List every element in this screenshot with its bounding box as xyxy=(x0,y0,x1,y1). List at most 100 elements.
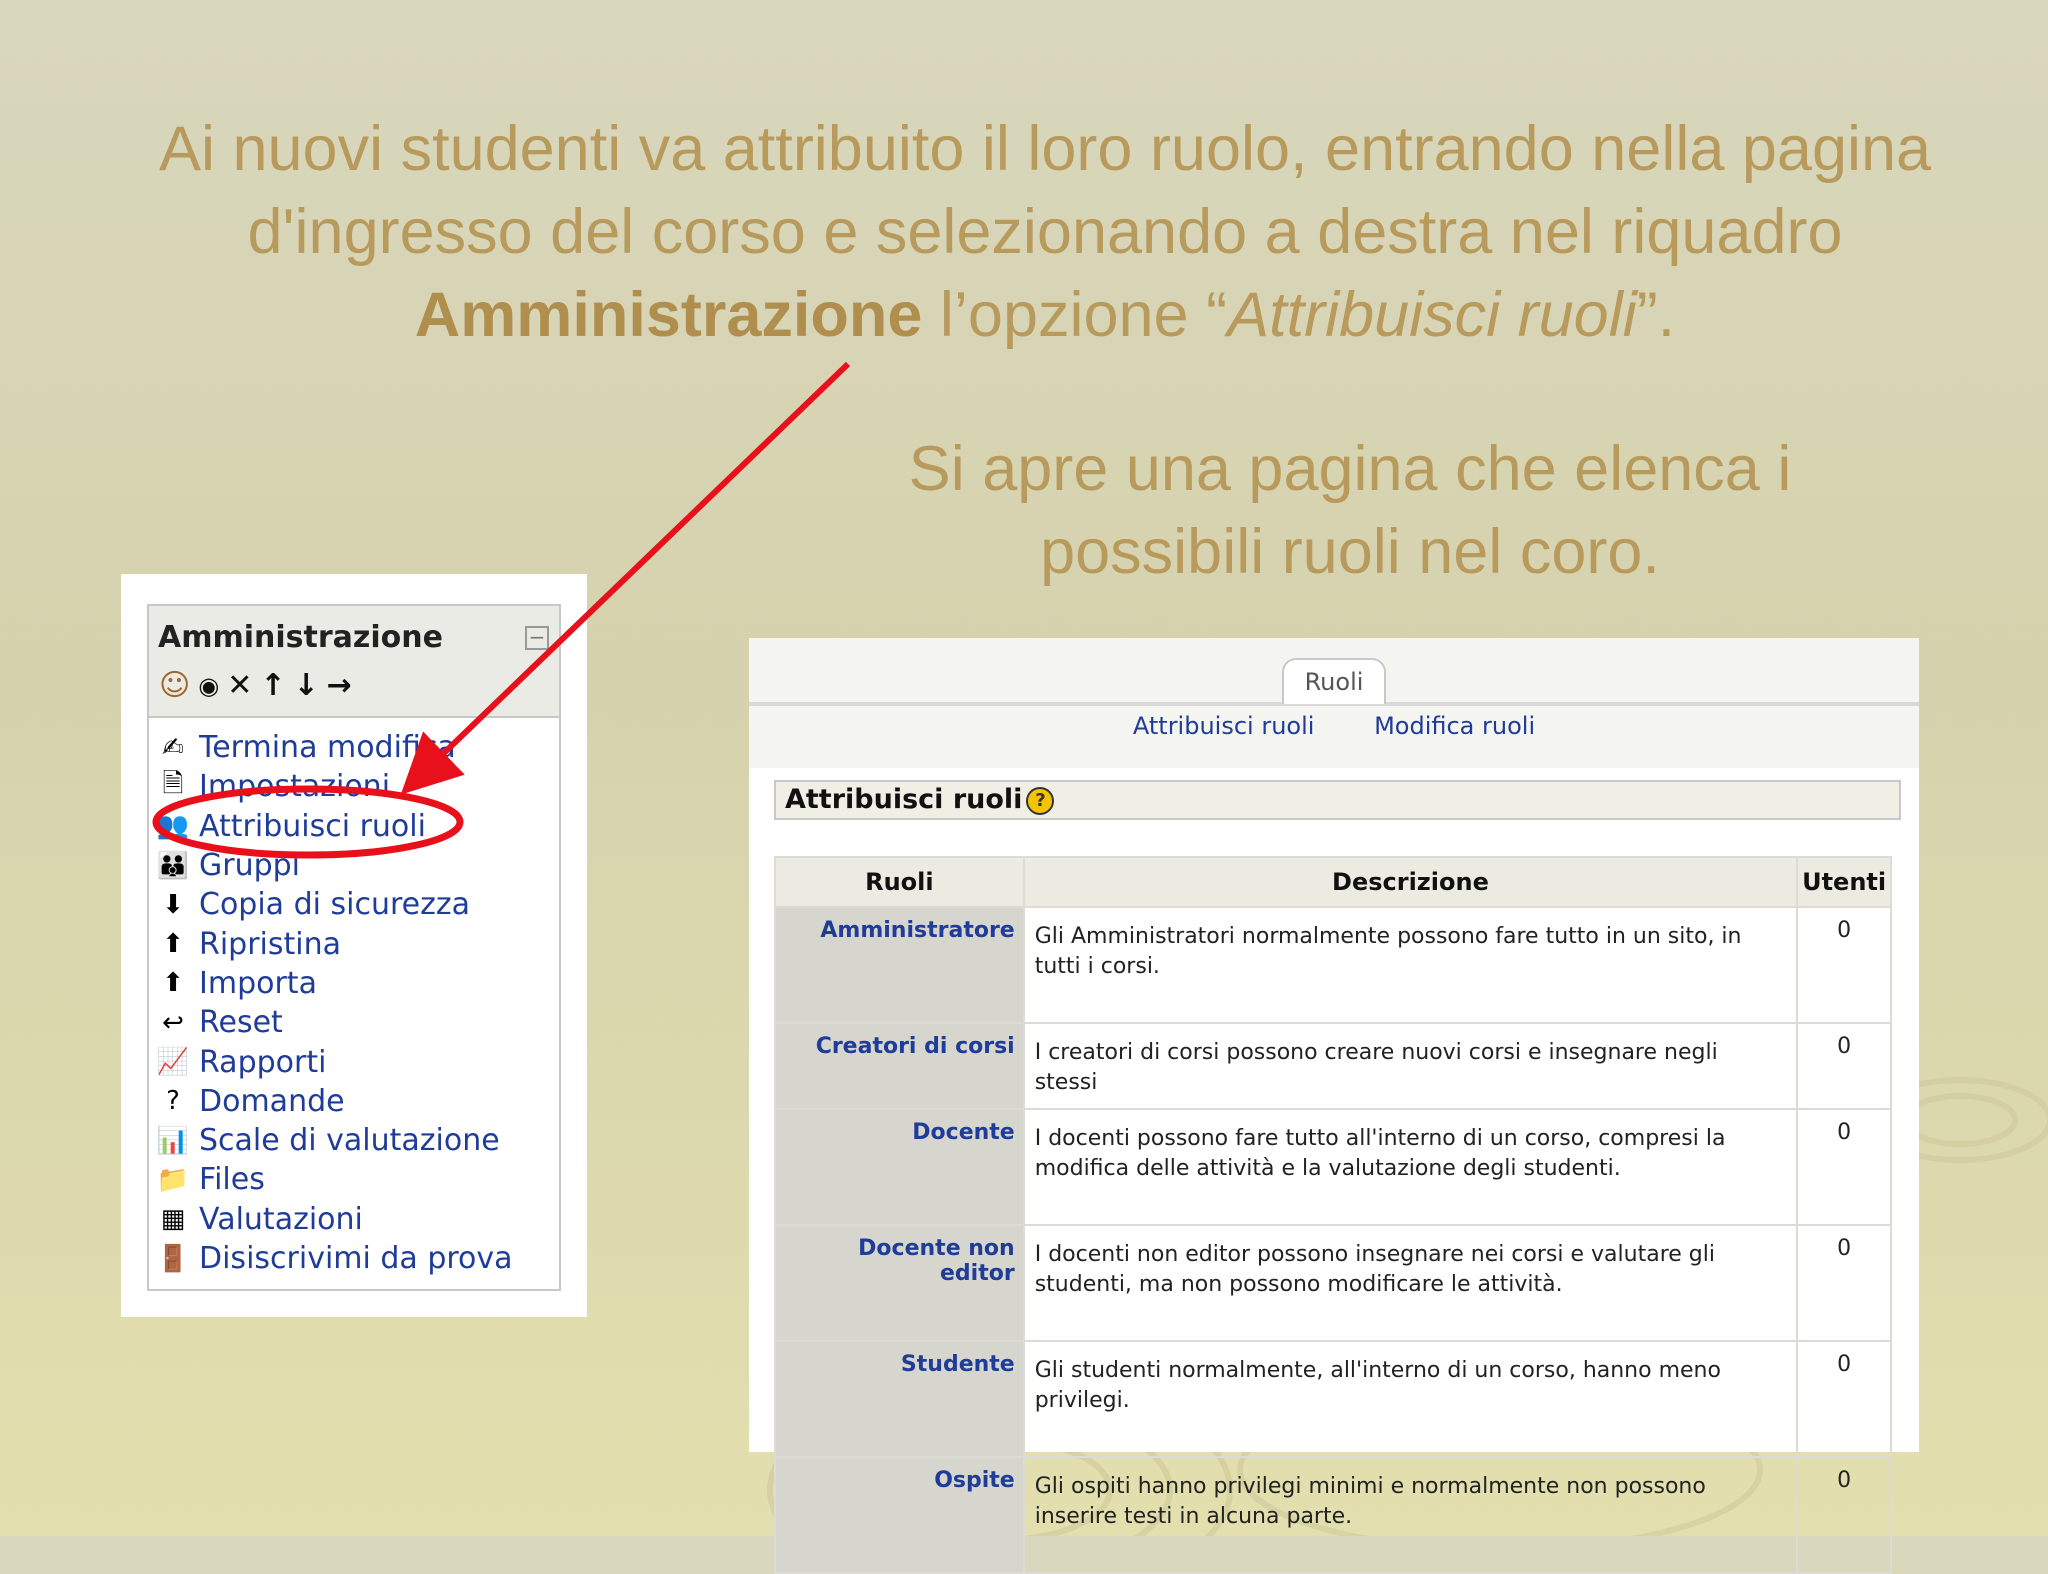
subtab-attribuisci-ruoli[interactable]: Attribuisci ruoli xyxy=(1133,712,1315,740)
column-header-utenti: Utenti xyxy=(1796,856,1892,908)
role-user-count: 0 xyxy=(1796,1456,1892,1574)
settings-document-icon: 🗎 xyxy=(162,768,184,799)
admin-menu-item[interactable]: 📊 Scale di valutazione xyxy=(157,1121,559,1160)
delete-icon[interactable]: ✕ xyxy=(227,668,252,703)
edit-icon: ✍ xyxy=(162,732,184,763)
headline-text-2: l’opzione “ xyxy=(922,280,1228,350)
table-row: Ospite Gli ospiti hanno privilegi minimi … xyxy=(774,1456,1892,1574)
role-user-count: 0 xyxy=(1796,1108,1892,1226)
slide-headline: Ai nuovi studenti va attribuito il loro … xyxy=(120,108,1970,357)
roles-heading-text: Attribuisci ruoli xyxy=(785,784,1023,815)
role-name-link[interactable]: Creatori di corsi xyxy=(774,1022,1025,1110)
folder-icon: 📁 xyxy=(156,1164,190,1195)
admin-menu-item-label[interactable]: Importa xyxy=(199,966,317,1001)
role-description: Gli studenti normalmente, all'interno di… xyxy=(1022,1340,1799,1458)
subtab-modifica-ruoli[interactable]: Modifica ruoli xyxy=(1374,712,1535,740)
role-name-link[interactable]: Amministratore xyxy=(774,906,1025,1024)
admin-menu-item-label[interactable]: Rapporti xyxy=(199,1045,326,1080)
column-header-descrizione: Descrizione xyxy=(1022,856,1799,908)
headline-italic-text: Attribuisci ruoli xyxy=(1227,280,1637,350)
role-user-count: 0 xyxy=(1796,1340,1892,1458)
table-row: Studente Gli studenti normalmente, all'in… xyxy=(774,1340,1892,1458)
collapse-icon[interactable]: − xyxy=(525,626,549,650)
role-name-link[interactable]: Docente non editor xyxy=(774,1224,1025,1342)
admin-block-header: Amministrazione − ☺ ◉ ✕ ↑ ↓ → xyxy=(149,606,559,718)
role-description: I docenti non editor possono insegnare n… xyxy=(1022,1224,1799,1342)
eye-icon[interactable]: ◉ xyxy=(198,672,219,700)
role-user-count: 0 xyxy=(1796,1022,1892,1110)
questions-icon: ? xyxy=(166,1086,180,1117)
admin-menu-item[interactable]: 📈 Rapporti xyxy=(157,1042,559,1081)
table-row: Creatori di corsi I creatori di corsi pos… xyxy=(774,1022,1892,1110)
admin-menu-item[interactable]: ⬆ Ripristina xyxy=(157,924,559,963)
admin-menu-item[interactable]: 👥 Attribuisci ruoli xyxy=(157,807,559,846)
role-description: Gli Amministratori normalmente possono f… xyxy=(1022,906,1799,1024)
subtab-row: Attribuisci ruoli Modifica ruoli xyxy=(749,712,1919,740)
roles-table: Ruoli Descrizione Utenti Amministratore G… xyxy=(774,856,1892,1574)
assign-roles-icon[interactable]: ☺ xyxy=(159,668,190,703)
admin-menu-item[interactable]: ? Domande xyxy=(157,1082,559,1121)
table-row: Docente I docenti possono fare tutto all'… xyxy=(774,1108,1892,1226)
headline-text-1: Ai nuovi studenti va attribuito il loro … xyxy=(158,114,1932,267)
admin-menu-item-label[interactable]: Valutazioni xyxy=(199,1202,363,1237)
role-description: I creatori di corsi possono creare nuovi… xyxy=(1022,1022,1799,1110)
role-user-count: 0 xyxy=(1796,906,1892,1024)
admin-menu-item[interactable]: 🗎 Impostazioni xyxy=(157,767,559,806)
admin-menu-item-label[interactable]: Files xyxy=(199,1162,265,1197)
restore-icon: ⬆ xyxy=(162,929,184,960)
unenrol-icon: 🚪 xyxy=(156,1243,190,1274)
slide-subtitle: Si apre una pagina che elenca i possibil… xyxy=(908,434,1792,587)
column-header-ruoli: Ruoli xyxy=(774,856,1025,908)
admin-menu-item[interactable]: 📁 Files xyxy=(157,1160,559,1199)
role-user-count: 0 xyxy=(1796,1224,1892,1342)
grades-icon: ▦ xyxy=(160,1204,186,1235)
admin-menu-item[interactable]: ⬆ Importa xyxy=(157,964,559,1003)
admin-menu-item-label[interactable]: Termina modifica xyxy=(199,730,456,765)
admin-menu-item[interactable]: ↩ Reset xyxy=(157,1003,559,1042)
help-icon[interactable]: ? xyxy=(1026,786,1055,815)
admin-menu-item[interactable]: ⬇ Copia di sicurezza xyxy=(157,885,559,924)
role-description: I docenti possono fare tutto all'interno… xyxy=(1022,1108,1799,1226)
admin-menu-item-label[interactable]: Domande xyxy=(199,1084,345,1119)
table-row: Docente non editor I docenti non editor p… xyxy=(774,1224,1892,1342)
reset-icon: ↩ xyxy=(162,1007,184,1038)
move-right-icon[interactable]: → xyxy=(327,668,352,703)
roles-icon: 👥 xyxy=(156,811,190,842)
admin-menu-item[interactable]: ▦ Valutazioni xyxy=(157,1200,559,1239)
headline-bold-text: Amministrazione xyxy=(414,280,923,350)
role-name-link[interactable]: Studente xyxy=(774,1340,1025,1458)
role-name-link[interactable]: Ospite xyxy=(774,1456,1025,1574)
import-icon: ⬆ xyxy=(162,968,184,999)
backup-icon: ⬇ xyxy=(162,889,184,920)
admin-menu-item-label[interactable]: Gruppi xyxy=(199,848,300,883)
admin-menu-item[interactable]: ✍ Termina modifica xyxy=(157,728,559,767)
admin-menu-item-label[interactable]: Attribuisci ruoli xyxy=(199,809,426,844)
admin-menu-item-label[interactable]: Disiscrivimi da prova xyxy=(199,1241,513,1276)
admin-screenshot: Amministrazione − ☺ ◉ ✕ ↑ ↓ → ✍ Termina m… xyxy=(121,574,587,1317)
scales-icon: 📊 xyxy=(156,1125,190,1156)
reports-icon: 📈 xyxy=(156,1047,190,1078)
admin-menu-item[interactable]: 🚪 Disiscrivimi da prova xyxy=(157,1239,559,1278)
move-down-icon[interactable]: ↓ xyxy=(294,668,319,703)
roles-heading: Attribuisci ruoli? xyxy=(774,780,1901,820)
role-name-link[interactable]: Docente xyxy=(774,1108,1025,1226)
admin-menu-item-label[interactable]: Scale di valutazione xyxy=(199,1123,500,1158)
admin-menu-item-label[interactable]: Reset xyxy=(199,1005,283,1040)
roles-screenshot: Ruoli Attribuisci ruoli Modifica ruoli A… xyxy=(749,638,1919,1574)
admin-menu: ✍ Termina modifica 🗎 Impostazioni 👥 Attribuis… xyxy=(149,718,559,1278)
admin-menu-item-label[interactable]: Copia di sicurezza xyxy=(199,887,470,922)
tab-ruoli[interactable]: Ruoli xyxy=(1282,658,1386,704)
table-row: Amministratore Gli Amministratori normalm… xyxy=(774,906,1892,1024)
roles-table-header: Ruoli Descrizione Utenti xyxy=(774,856,1892,908)
role-description: Gli ospiti hanno privilegi minimi e norm… xyxy=(1022,1456,1799,1574)
admin-block: Amministrazione − ☺ ◉ ✕ ↑ ↓ → ✍ Termina m… xyxy=(147,604,561,1291)
admin-menu-item[interactable]: 👪 Gruppi xyxy=(157,846,559,885)
block-toolbar: ☺ ◉ ✕ ↑ ↓ → xyxy=(159,668,352,703)
admin-menu-item-label[interactable]: Ripristina xyxy=(199,927,341,962)
move-up-icon[interactable]: ↑ xyxy=(260,668,285,703)
groups-icon: 👪 xyxy=(156,850,190,881)
headline-text-3: ”. xyxy=(1636,280,1676,350)
admin-menu-item-label[interactable]: Impostazioni xyxy=(199,769,390,804)
roles-tabs-area: Ruoli Attribuisci ruoli Modifica ruoli xyxy=(749,638,1919,768)
admin-block-title: Amministrazione xyxy=(158,620,443,655)
